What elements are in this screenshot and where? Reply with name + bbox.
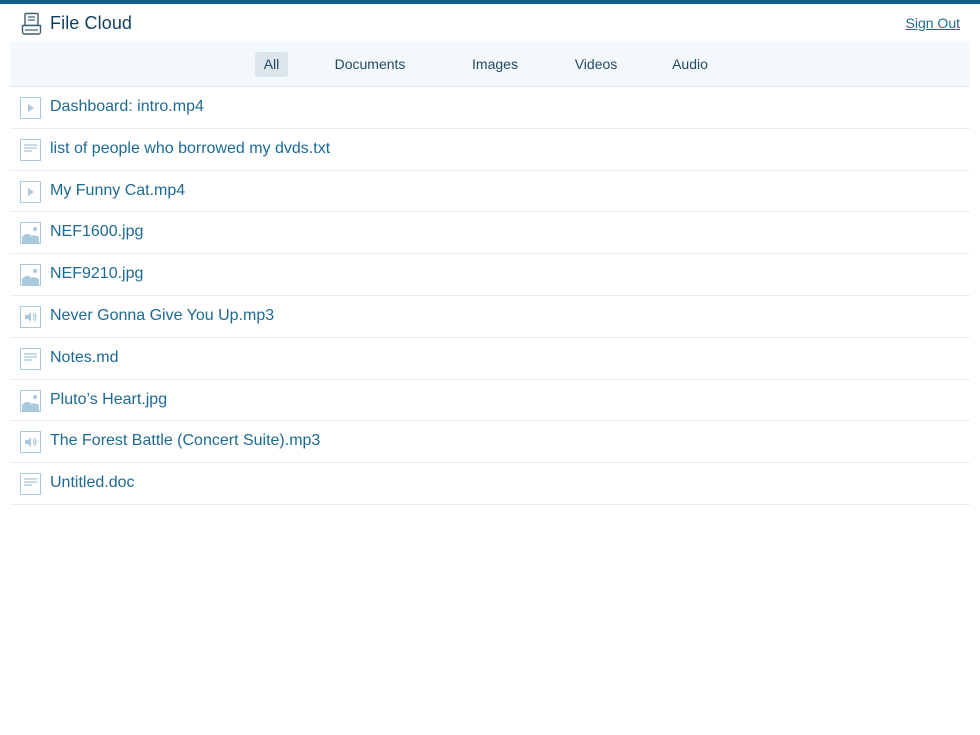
document-file-icon: [20, 138, 41, 161]
file-row[interactable]: NEF1600.jpg: [10, 212, 970, 255]
tab-audio[interactable]: Audio: [666, 52, 714, 77]
file-name[interactable]: NEF1600.jpg: [50, 223, 143, 241]
cloud-drive-icon: [20, 12, 43, 36]
audio-file-icon: [20, 305, 41, 328]
audio-file-icon: [20, 431, 41, 454]
file-name[interactable]: NEF9210.jpg: [50, 265, 143, 283]
file-name[interactable]: Pluto’s Heart.jpg: [50, 391, 167, 409]
file-name[interactable]: Notes.md: [50, 349, 118, 367]
tab-images[interactable]: Images: [464, 52, 526, 77]
image-file-icon: [20, 389, 41, 412]
video-file-icon: [20, 97, 41, 119]
image-file-icon: [20, 222, 41, 245]
document-file-icon: [20, 347, 41, 370]
file-row[interactable]: Pluto’s Heart.jpg: [10, 380, 970, 422]
image-file-icon: [20, 264, 41, 287]
video-file-icon: [20, 180, 41, 203]
file-row[interactable]: Notes.md: [10, 338, 970, 380]
file-row[interactable]: Untitled.doc: [10, 463, 970, 505]
file-row[interactable]: Never Gonna Give You Up.mp3: [10, 296, 970, 338]
file-name[interactable]: Dashboard: intro.mp4: [50, 98, 204, 116]
sign-out-link[interactable]: Sign Out: [906, 15, 960, 31]
file-name[interactable]: Untitled.doc: [50, 474, 135, 492]
tab-all[interactable]: All: [255, 52, 288, 77]
tab-documents[interactable]: Documents: [328, 52, 412, 77]
file-row[interactable]: list of people who borrowed my dvds.txt: [10, 129, 970, 171]
file-list: Dashboard: intro.mp4 list of people who …: [10, 87, 970, 505]
tab-videos[interactable]: Videos: [568, 52, 624, 77]
file-name[interactable]: My Funny Cat.mp4: [50, 182, 185, 200]
file-row[interactable]: The Forest Battle (Concert Suite).mp3: [10, 421, 970, 464]
file-name[interactable]: Never Gonna Give You Up.mp3: [50, 307, 274, 325]
file-row[interactable]: NEF9210.jpg: [10, 254, 970, 296]
app-header: File Cloud Sign Out: [0, 4, 980, 42]
file-row[interactable]: Dashboard: intro.mp4: [10, 87, 970, 129]
filter-bar: All Documents Images Videos Audio: [10, 42, 970, 87]
file-name[interactable]: The Forest Battle (Concert Suite).mp3: [50, 432, 320, 450]
file-name[interactable]: list of people who borrowed my dvds.txt: [50, 140, 330, 158]
app-title: File Cloud: [50, 13, 133, 33]
file-row[interactable]: My Funny Cat.mp4: [10, 171, 970, 213]
document-file-icon: [20, 473, 41, 496]
